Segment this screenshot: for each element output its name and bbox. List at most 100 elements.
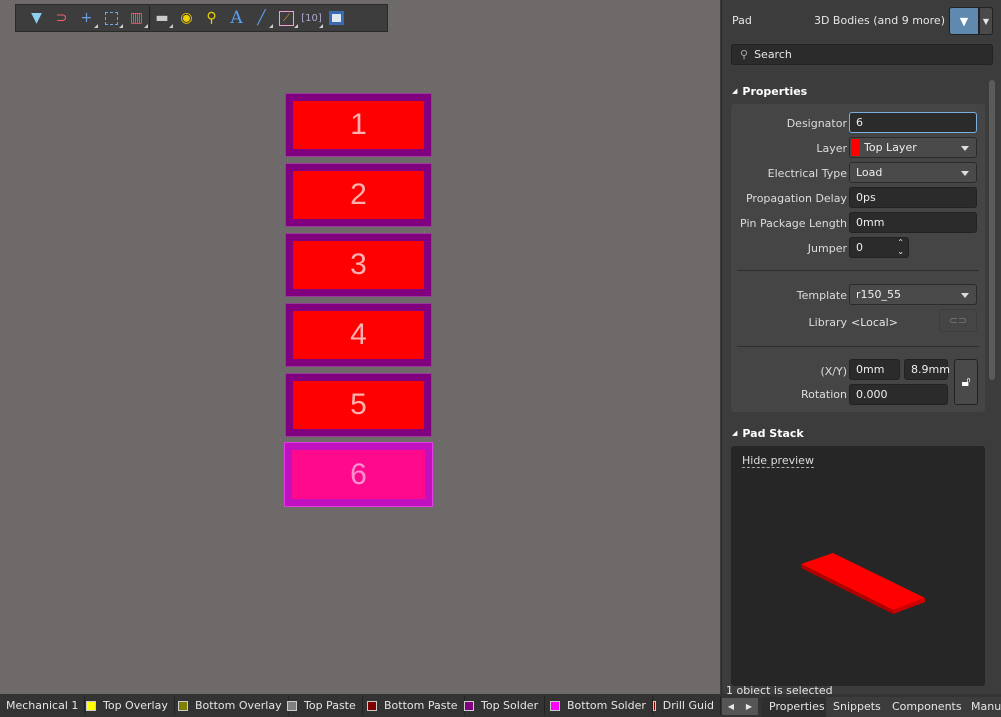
- layer-tab-top-solder[interactable]: Top Solder: [458, 696, 546, 715]
- route-icon[interactable]: ⟋: [274, 6, 299, 30]
- xy-label: (X/Y): [820, 365, 847, 378]
- filter-icon: ▼: [959, 14, 969, 28]
- layer-color-swatch: [464, 700, 474, 711]
- select-rect-icon[interactable]: [99, 6, 124, 30]
- designator-input[interactable]: 6: [849, 112, 977, 133]
- layer-tab-bottom-overlay[interactable]: Bottom Overlay: [172, 696, 289, 715]
- arrow-left-icon[interactable]: ◀: [728, 702, 734, 711]
- layer-tab-label: Mechanical 1: [6, 699, 79, 712]
- pad-designator: 1: [293, 101, 424, 149]
- template-select[interactable]: r150_55: [849, 284, 977, 305]
- layer-tab-top-paste[interactable]: Top Paste: [281, 696, 363, 715]
- layer-value: Top Layer: [864, 141, 917, 154]
- divider: [737, 270, 979, 271]
- pin-package-length-label: Pin Package Length: [740, 217, 847, 230]
- layer-color-swatch: [86, 700, 96, 711]
- filter-button[interactable]: ▼: [949, 7, 979, 35]
- jumper-value: 0: [856, 241, 863, 254]
- properties-panel: Pad 3D Bodies (and 9 more) ▼ ▼ ⚲ Search P…: [721, 0, 1001, 697]
- hide-preview-link[interactable]: Hide preview: [742, 454, 814, 468]
- layer-tab-label: Drill Guid: [662, 699, 714, 712]
- filter-summary: 3D Bodies (and 9 more): [813, 14, 945, 27]
- layer-select[interactable]: Top Layer: [849, 137, 977, 158]
- object-type: Pad: [732, 14, 752, 27]
- align-icon[interactable]: ▥: [124, 6, 149, 30]
- pin-package-length-input[interactable]: 0mm: [849, 212, 977, 233]
- pcb-canvas[interactable]: ▼ ⊃ + ▥ ▬ ◉ ⚲ A ╱ ⟋ [10] 1 2 3 4 5 6: [0, 0, 720, 694]
- arrow-right-icon[interactable]: ▶: [746, 702, 752, 711]
- pad-1[interactable]: 1: [285, 93, 432, 157]
- library-label: Library: [808, 316, 847, 329]
- designator-label: Designator: [786, 117, 847, 130]
- propagation-delay-label: Propagation Delay: [745, 192, 847, 205]
- text-icon[interactable]: A: [224, 6, 249, 30]
- pad-stack-section-header[interactable]: Pad Stack: [732, 427, 803, 440]
- filter-dropdown-button[interactable]: ▼: [979, 7, 993, 35]
- layer-color-swatch: [367, 700, 377, 711]
- divider: [737, 346, 979, 347]
- region-icon[interactable]: [324, 6, 349, 30]
- active-bar-toolbar: ▼ ⊃ + ▥ ▬ ◉ ⚲ A ╱ ⟋ [10]: [15, 4, 388, 32]
- panel-tab-properties[interactable]: Properties: [762, 697, 833, 717]
- pad-4[interactable]: 4: [285, 303, 432, 367]
- panel-tab-snippets[interactable]: Snippets: [826, 697, 889, 717]
- component-icon[interactable]: ▬: [149, 6, 174, 30]
- layer-color-swatch: [653, 700, 656, 711]
- pad-designator: 6: [292, 450, 425, 499]
- search-input[interactable]: ⚲ Search: [731, 44, 993, 65]
- rotation-label: Rotation: [800, 388, 847, 401]
- pad-icon[interactable]: ◉: [174, 6, 199, 30]
- electrical-type-label: Electrical Type: [767, 167, 847, 180]
- layer-tab-bottom-paste[interactable]: Bottom Paste: [361, 696, 465, 715]
- layer-tab-label: Top Overlay: [103, 699, 168, 712]
- layer-tab-label: Bottom Paste: [384, 699, 458, 712]
- layer-tab-label: Top Solder: [481, 699, 539, 712]
- unlock-icon: 🔓︎: [961, 374, 971, 390]
- filter-icon[interactable]: ▼: [24, 6, 49, 30]
- x-input[interactable]: 0mm: [849, 359, 900, 380]
- stepper-arrows-icon[interactable]: ⌃ ⌄: [897, 238, 904, 256]
- propagation-delay-input[interactable]: 0ps: [849, 187, 977, 208]
- line-icon[interactable]: ╱: [249, 6, 274, 30]
- jumper-label: Jumper: [807, 242, 847, 255]
- jumper-stepper[interactable]: 0 ⌃ ⌄: [849, 237, 909, 258]
- layer-color-swatch: [851, 139, 859, 156]
- crosshair-icon[interactable]: +: [74, 6, 99, 30]
- dimension-icon[interactable]: [10]: [299, 6, 324, 30]
- rotation-input[interactable]: 0.000: [849, 384, 948, 405]
- layer-tab-top-overlay[interactable]: Top Overlay: [80, 696, 175, 715]
- layer-color-swatch: [178, 700, 188, 711]
- layer-tab-drill-guide[interactable]: Drill Guid: [647, 696, 721, 715]
- pad-designator: 5: [293, 381, 424, 429]
- lock-button[interactable]: 🔓︎: [954, 359, 978, 405]
- pad-5[interactable]: 5: [285, 373, 432, 437]
- electrical-type-select[interactable]: Load: [849, 162, 977, 183]
- layer-tab-label: Top Paste: [304, 699, 356, 712]
- layer-color-swatch: [287, 700, 297, 711]
- scrollbar[interactable]: [989, 80, 995, 380]
- snap-magnet-icon[interactable]: ⊃: [49, 6, 74, 30]
- layer-tab-bottom-solder[interactable]: Bottom Solder: [544, 696, 653, 715]
- pad-6-selected[interactable]: 6: [284, 442, 433, 507]
- search-icon: ⚲: [740, 48, 749, 61]
- panel-tab-manufacturer[interactable]: Manu: [964, 697, 1001, 717]
- via-icon[interactable]: ⚲: [199, 6, 224, 30]
- layer-tab-label: Bottom Overlay: [195, 699, 282, 712]
- tab-scroll-arrows[interactable]: ◀ ▶: [722, 698, 758, 715]
- link-icon: ⊂⊃: [948, 314, 968, 327]
- search-placeholder: Search: [754, 48, 792, 61]
- pad-3[interactable]: 3: [285, 233, 432, 297]
- y-input[interactable]: 8.9mm: [904, 359, 950, 380]
- layer-tab-mechanical-1[interactable]: Mechanical 1: [0, 696, 86, 715]
- pad-stack-preview: Hide preview: [731, 446, 985, 686]
- pad-2[interactable]: 2: [285, 163, 432, 227]
- properties-group: Designator 6 Layer Top Layer Electrical …: [731, 104, 985, 412]
- panel-tab-components[interactable]: Components: [885, 697, 970, 717]
- pad-designator: 4: [293, 311, 424, 359]
- properties-section-header[interactable]: Properties: [732, 85, 807, 98]
- link-button[interactable]: ⊂⊃: [939, 309, 977, 332]
- layer-tab-label: Bottom Solder: [567, 699, 646, 712]
- pad-designator: 3: [293, 241, 424, 289]
- layer-label: Layer: [816, 142, 847, 155]
- template-label: Template: [796, 289, 847, 302]
